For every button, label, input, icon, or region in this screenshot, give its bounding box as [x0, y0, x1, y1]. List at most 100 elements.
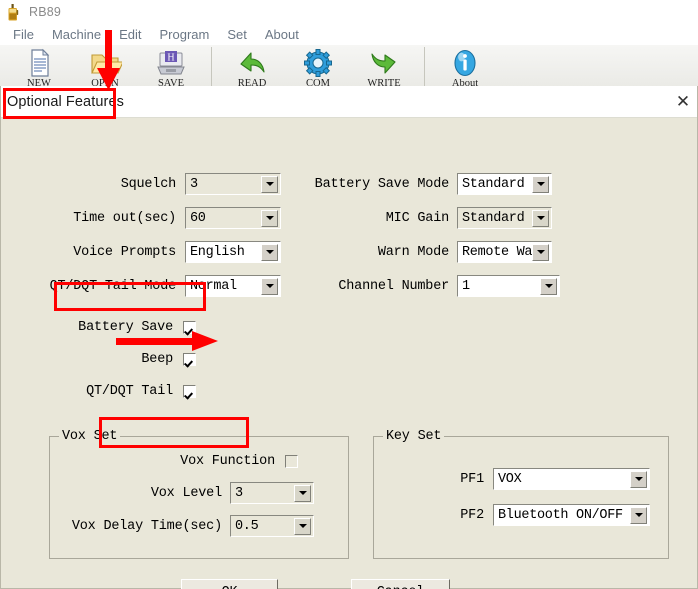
toolbar-button-read[interactable]: READ [219, 45, 285, 92]
checkbox-row-beep: Beep [21, 352, 196, 367]
field-squelch: Squelch 3 [21, 173, 281, 195]
chevron-down-icon[interactable] [532, 175, 549, 193]
field-pf1: PF1 VOX [374, 468, 664, 490]
battery-save-mode-value: Standard [462, 176, 525, 192]
toolbar-button-new[interactable]: NEW [6, 45, 72, 92]
chevron-down-icon[interactable] [294, 484, 311, 502]
new-document-icon [22, 47, 56, 79]
checkbox-row-qt-dqt-tail: QT/DQT Tail [21, 384, 196, 399]
label-warn-mode: Warn Mode [377, 244, 449, 260]
label-beep: Beep [141, 352, 173, 367]
field-battery-save-mode: Battery Save Mode Standard [291, 173, 566, 195]
label-mic-gain: MIC Gain [385, 210, 449, 226]
checkbox-row-vox-function: Vox Function [68, 454, 298, 469]
chevron-down-icon[interactable] [294, 517, 311, 535]
label-vox-function: Vox Function [180, 454, 275, 469]
toolbar-button-write[interactable]: WRITE [351, 45, 417, 92]
window-titlebar: RB89 [0, 0, 698, 24]
toolbar-button-com[interactable]: COM [285, 45, 351, 92]
pf2-combobox[interactable]: Bluetooth ON/OFF [493, 504, 650, 526]
application-window: RB89 File Machine Edit Program Set About [0, 0, 698, 589]
battery-save-mode-combobox[interactable]: Standard [457, 173, 552, 195]
vox-level-value: 3 [235, 485, 243, 501]
green-arrow-down-icon [367, 47, 401, 79]
label-qt-dqt-tail: QT/DQT Tail [86, 384, 173, 399]
ok-button[interactable]: OK [181, 579, 278, 589]
label-squelch: Squelch [120, 176, 177, 192]
vox-set-groupbox: Vox Set Vox Function Vox Level 3 Vox Del… [49, 429, 349, 559]
field-pf2: PF2 Bluetooth ON/OFF [374, 504, 664, 526]
toolbar-separator [424, 47, 425, 87]
mic-gain-combobox[interactable]: Standard [457, 207, 552, 229]
label-battery-save-mode: Battery Save Mode [314, 176, 450, 192]
field-mic-gain: MIC Gain Standard [291, 207, 566, 229]
chevron-down-icon[interactable] [630, 506, 647, 524]
walkie-talkie-icon [6, 3, 21, 21]
voice-prompts-value: English [190, 244, 245, 260]
vox-delay-time-value: 0.5 [235, 518, 259, 534]
label-time-out: Time out(sec) [73, 210, 176, 226]
voice-prompts-combobox[interactable]: English [185, 241, 281, 263]
label-battery-save: Battery Save [78, 320, 173, 335]
field-qt-dqt-tail-mode: QT/DQT Tail Mode Normal [21, 275, 281, 297]
warn-mode-value: Remote Wa [462, 244, 532, 260]
blue-gear-icon [301, 47, 335, 79]
qt-dqt-tail-checkbox[interactable] [183, 385, 196, 398]
warn-mode-combobox[interactable]: Remote Wa [457, 241, 552, 263]
pf1-value: VOX [498, 471, 522, 487]
open-folder-icon [88, 47, 122, 79]
chevron-down-icon[interactable] [261, 277, 278, 295]
menu-item-machine[interactable]: Machine [43, 26, 110, 43]
squelch-combobox[interactable]: 3 [185, 173, 281, 195]
blue-info-icon [448, 47, 482, 79]
qt-dqt-tail-mode-combobox[interactable]: Normal [185, 275, 281, 297]
menubar: File Machine Edit Program Set About [0, 24, 698, 45]
vox-set-title: Vox Set [59, 429, 121, 444]
field-warn-mode: Warn Mode Remote Wa [291, 241, 566, 263]
field-time-out: Time out(sec) 60 [21, 207, 281, 229]
chevron-down-icon[interactable] [261, 209, 278, 227]
menu-item-edit[interactable]: Edit [110, 26, 150, 43]
time-out-value: 60 [190, 210, 206, 226]
optional-features-dialog: Optional Features ✕ Squelch 3 Time out(s… [0, 86, 698, 589]
vox-function-checkbox[interactable] [285, 455, 298, 468]
toolbar-button-open[interactable]: OPEN [72, 45, 138, 92]
menu-item-set[interactable]: Set [218, 26, 256, 43]
floppy-save-icon: H [154, 47, 188, 79]
checkbox-row-battery-save: Battery Save [21, 320, 196, 335]
squelch-value: 3 [190, 176, 198, 192]
time-out-combobox[interactable]: 60 [185, 207, 281, 229]
menu-item-file[interactable]: File [4, 26, 43, 43]
pf1-combobox[interactable]: VOX [493, 468, 650, 490]
field-voice-prompts: Voice Prompts English [21, 241, 281, 263]
toolbar-button-save[interactable]: H SAVE [138, 45, 204, 92]
menu-item-about[interactable]: About [256, 26, 308, 43]
chevron-down-icon[interactable] [540, 277, 557, 295]
vox-level-combobox[interactable]: 3 [230, 482, 314, 504]
window-title: RB89 [29, 5, 62, 19]
channel-number-combobox[interactable]: 1 [457, 275, 560, 297]
chevron-down-icon[interactable] [261, 243, 278, 261]
field-vox-delay-time: Vox Delay Time(sec) 0.5 [50, 515, 340, 537]
dialog-title: Optional Features [7, 93, 124, 110]
label-vox-level: Vox Level [150, 485, 222, 501]
qt-dqt-tail-mode-value: Normal [190, 278, 237, 294]
dialog-body: Squelch 3 Time out(sec) 60 Voice Prompts… [1, 118, 697, 589]
chevron-down-icon[interactable] [532, 209, 549, 227]
label-vox-delay-time: Vox Delay Time(sec) [71, 518, 222, 534]
beep-checkbox[interactable] [183, 353, 196, 366]
cancel-button[interactable]: Cancel [351, 579, 450, 589]
battery-save-checkbox[interactable] [183, 321, 196, 334]
label-pf1: PF1 [460, 471, 484, 487]
label-channel-number: Channel Number [338, 278, 449, 294]
close-icon[interactable]: ✕ [673, 92, 693, 112]
chevron-down-icon[interactable] [532, 243, 549, 261]
green-arrow-up-icon [235, 47, 269, 79]
menu-item-program[interactable]: Program [151, 26, 219, 43]
svg-text:H: H [167, 53, 174, 64]
dialog-titlebar: Optional Features ✕ [1, 86, 697, 118]
chevron-down-icon[interactable] [630, 470, 647, 488]
chevron-down-icon[interactable] [261, 175, 278, 193]
vox-delay-time-combobox[interactable]: 0.5 [230, 515, 314, 537]
toolbar-button-about[interactable]: About [432, 45, 498, 92]
